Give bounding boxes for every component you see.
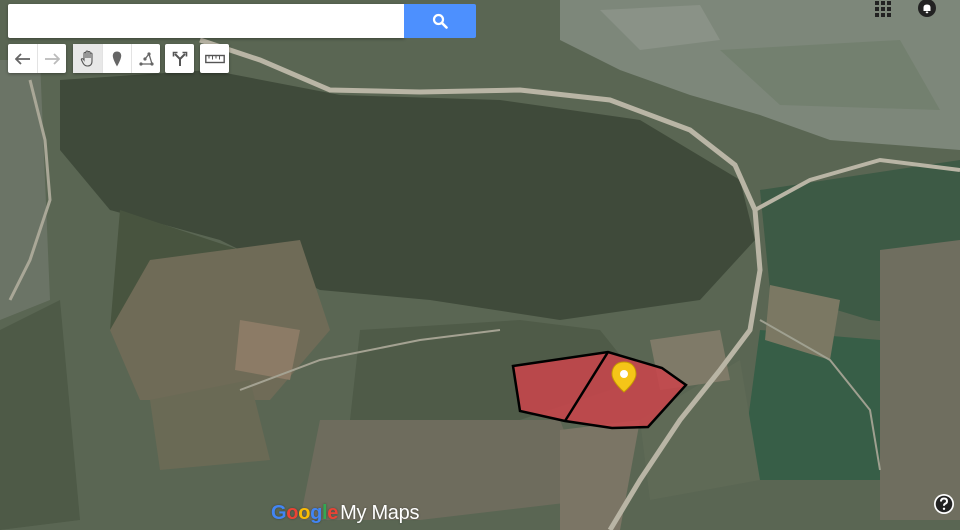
apps-grid-button[interactable] — [873, 0, 893, 18]
add-directions-button[interactable] — [165, 44, 194, 73]
help-icon — [934, 494, 954, 514]
logo-letter: o — [286, 502, 299, 524]
logo-brand-text: My Maps — [340, 502, 420, 524]
help-button[interactable] — [933, 493, 955, 515]
undo-button[interactable] — [8, 44, 37, 73]
search-icon — [432, 13, 448, 29]
search-input[interactable] — [8, 4, 404, 38]
marker-icon — [112, 51, 122, 66]
add-marker-button[interactable] — [102, 44, 131, 73]
directions-toolbar — [165, 44, 194, 73]
search-button[interactable] — [404, 4, 476, 38]
draw-line-icon — [138, 52, 154, 66]
ruler-icon — [204, 54, 225, 63]
logo-letter: o — [298, 502, 311, 524]
logo-letter: e — [327, 502, 339, 524]
measure-distance-button[interactable] — [200, 44, 229, 73]
select-hand-button[interactable] — [73, 44, 102, 73]
directions-icon — [172, 51, 187, 66]
notifications-button[interactable] — [917, 0, 937, 18]
search-box — [8, 4, 476, 38]
measure-toolbar — [200, 44, 229, 73]
logo-letter: G — [271, 502, 287, 524]
google-my-maps-logo: G o o g l e My Maps — [271, 502, 419, 528]
history-toolbar — [8, 44, 66, 73]
notifications-icon — [918, 0, 936, 17]
hand-icon — [80, 50, 93, 67]
logo-letter: g — [310, 502, 323, 524]
draw-line-button[interactable] — [131, 44, 160, 73]
apps-grid-icon — [875, 1, 891, 17]
satellite-map[interactable] — [0, 0, 960, 530]
undo-icon — [14, 52, 30, 65]
redo-button[interactable] — [37, 44, 66, 73]
redo-icon — [45, 52, 60, 65]
drawing-toolbar — [73, 44, 160, 73]
